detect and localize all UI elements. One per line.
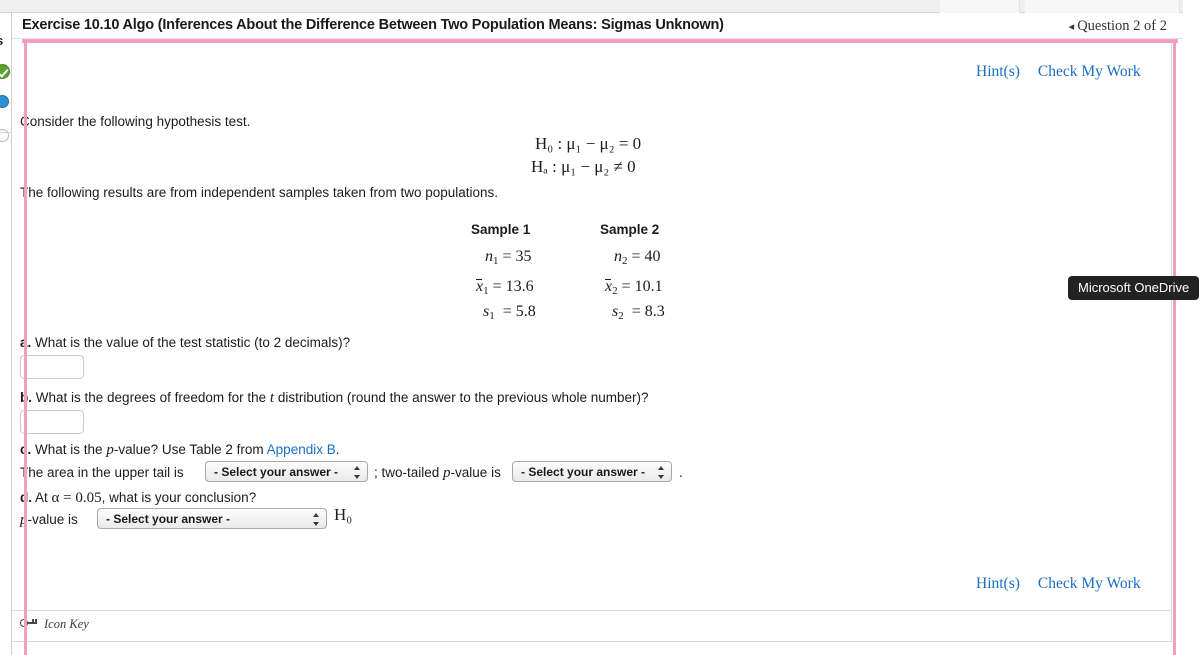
intro-text: Consider the following hypothesis test. (20, 114, 251, 129)
icon-key-label: Icon Key (44, 617, 89, 631)
appendix-b-link[interactable]: Appendix B (267, 442, 336, 457)
part-b-text-after: distribution (round the answer to the pr… (277, 390, 649, 405)
previous-question-arrow-icon[interactable]: ◂ (1069, 21, 1075, 33)
sample-1-header: Sample 1 (471, 222, 531, 237)
chevron-updown-icon (352, 464, 363, 481)
sample-2-xbar-value: 10.1 (634, 278, 663, 295)
sample-1-s-value: 5.8 (515, 303, 536, 320)
part-c-middle-text: ; two-tailed p-value is (374, 465, 501, 482)
sample-2-s: s2 = 8.3 (612, 303, 665, 323)
sample-1-xbar-value: 13.6 (505, 278, 534, 295)
part-d-marker: d. (20, 490, 32, 505)
chevron-updown-icon (656, 464, 667, 481)
results-intro-text: The following results are from independe… (20, 185, 499, 200)
sample-1-s: s1 = 5.8 (483, 303, 536, 323)
part-b-text-before: What is the degrees of freedom for the (35, 390, 267, 405)
part-d-alpha-expression: α = 0.05 (51, 490, 102, 506)
footer-divider (12, 610, 1172, 611)
question-nav[interactable]: ◂ Question 2 of 2 (1069, 18, 1167, 35)
browser-tab-2[interactable] (1025, 0, 1180, 13)
sample-2-n-value: 40 (644, 248, 661, 265)
null-hypothesis: H₀ : μ₁ − μ₂ = 0 (535, 134, 642, 153)
part-c-middle-a: ; two-tailed (374, 465, 440, 480)
onedrive-tooltip: Microsoft OneDrive (1068, 276, 1200, 300)
sample-2-header: Sample 2 (600, 222, 660, 237)
browser-tab-1[interactable] (940, 0, 1020, 13)
conclusion-select[interactable]: - Select your answer - (97, 508, 327, 529)
part-c-p-symbol-2: p (443, 465, 451, 481)
sample-2-xbar: x2 = 10.1 (605, 278, 663, 298)
part-b-marker: b. (20, 390, 32, 405)
sample-2-n: n2 = 40 (614, 248, 661, 268)
highlight-overlay-top-edge (22, 39, 1178, 43)
part-c-question: c. What is the p-value? Use Table 2 from… (20, 442, 340, 459)
part-a-text: What is the value of the test statistic … (35, 335, 351, 350)
two-tailed-p-value-select-value: - Select your answer - (521, 465, 646, 479)
browser-chrome-right-gutter (1183, 0, 1200, 13)
part-b-t-symbol: t (269, 390, 275, 406)
hints-link-top[interactable]: Hint(s) (976, 63, 1020, 80)
icon-key-footer[interactable]: Icon Key (20, 617, 89, 632)
part-d-at-label: At (35, 490, 48, 505)
chevron-updown-icon (311, 511, 322, 528)
part-c-middle-b: -value is (450, 465, 501, 480)
part-d-text-after-alpha: , what is your conclusion? (101, 490, 257, 505)
exercise-header: Exercise 10.10 Algo (Inferences About th… (12, 13, 1183, 39)
upper-tail-area-select[interactable]: - Select your answer - (205, 461, 368, 482)
check-my-work-link-bottom[interactable]: Check My Work (1038, 575, 1141, 592)
part-c-upper-tail-label: The area in the upper tail is (20, 465, 184, 480)
part-d-p-symbol: p (20, 512, 28, 528)
sample-1-n-value: 35 (515, 248, 532, 265)
sample-1-n: n1 = 35 (485, 248, 532, 268)
part-c-p-symbol: p (106, 442, 114, 458)
sample-2-s-value: 8.3 (644, 303, 665, 320)
part-c-text-3: . (335, 442, 340, 457)
part-c-text-1: What is the (35, 442, 103, 457)
question-status-sidebar: s (0, 13, 12, 655)
part-d-p-value-text: -value is (27, 512, 78, 527)
browser-chrome-strip (0, 0, 1200, 13)
check-my-work-link-top[interactable]: Check My Work (1038, 63, 1141, 80)
part-d-h0-label: H₀ (334, 505, 353, 524)
part-b-answer-input[interactable] (20, 410, 84, 434)
alternative-hypothesis: Hₐ : μ₁ − μ₂ ≠ 0 (531, 157, 636, 176)
part-b-question: b. What is the degrees of freedom for th… (20, 390, 649, 407)
empty-circle-icon[interactable] (0, 129, 9, 142)
part-a-answer-input[interactable] (20, 355, 84, 379)
part-c-marker: c. (20, 442, 32, 457)
hints-link-bottom[interactable]: Hint(s) (976, 575, 1020, 592)
part-d-p-value-label: p-value is (20, 512, 78, 529)
sidebar-truncated-label: s (0, 33, 3, 48)
part-a-marker: a. (20, 335, 32, 350)
page-title: Exercise 10.10 Algo (Inferences About th… (22, 17, 724, 33)
question-counter-label: Question 2 of 2 (1077, 18, 1167, 34)
upper-tail-area-select-value: - Select your answer - (214, 465, 339, 479)
conclusion-select-value: - Select your answer - (106, 512, 231, 526)
part-d-question: d. At α = 0.05, what is your conclusion? (20, 490, 256, 507)
part-c-period: . (679, 465, 683, 480)
page-root: s Exercise 10.10 Algo (Inferences About … (0, 0, 1200, 655)
part-a-question: a. What is the value of the test statist… (20, 335, 350, 350)
two-tailed-p-value-select[interactable]: - Select your answer - (512, 461, 672, 482)
part-c-text-2: -value? Use Table 2 from (113, 442, 264, 457)
toolbar-top: Hint(s) Check My Work (976, 63, 1141, 81)
toolbar-bottom: Hint(s) Check My Work (976, 575, 1141, 593)
sample-1-xbar: x1 = 13.6 (476, 278, 534, 298)
